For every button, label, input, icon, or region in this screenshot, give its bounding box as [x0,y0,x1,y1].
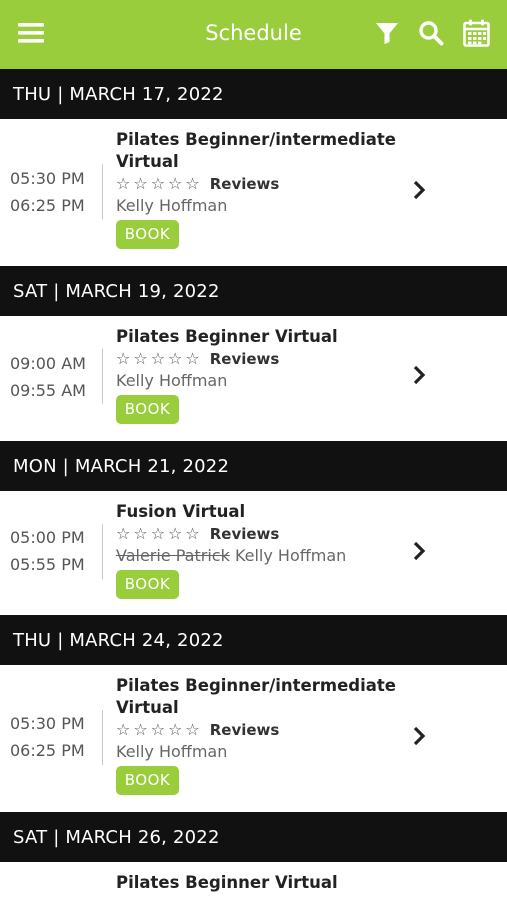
divider [102,710,103,765]
star-outline-icon[interactable]: ☆ [151,174,165,194]
reviews-link[interactable]: Reviews [210,525,280,543]
divider [102,524,103,579]
rating[interactable]: ☆ ☆ ☆ ☆ ☆ Reviews [116,523,396,545]
class-name-line1: Fusion Virtual [116,502,246,521]
end-time: 05:55 PM [10,555,85,574]
filter-icon[interactable] [372,18,402,48]
class-name-line1: Pilates Beginner Virtual [116,327,338,346]
class-times: 05:00 PM 05:55 PM [10,524,92,578]
reviews-link[interactable]: Reviews [210,175,280,193]
instructor-name: Valerie Patrick Kelly Hoffman [116,545,396,567]
book-button[interactable]: BOOK [116,220,179,249]
book-button[interactable]: BOOK [116,766,179,795]
start-time: 09:00 AM [10,354,86,373]
star-outline-icon[interactable]: ☆ [185,524,199,544]
divider [102,349,103,404]
chevron-right-icon[interactable] [408,721,430,751]
reviews-link[interactable]: Reviews [210,350,280,368]
class-name-line1: Pilates Beginner Virtual [116,873,338,892]
class-row[interactable]: Pilates Beginner Virtual [0,862,507,900]
class-info: Fusion Virtual ☆ ☆ ☆ ☆ ☆ Reviews Valerie… [116,501,396,599]
star-outline-icon[interactable]: ☆ [151,524,165,544]
rating[interactable]: ☆ ☆ ☆ ☆ ☆ Reviews [116,719,396,741]
reviews-link[interactable]: Reviews [210,721,280,739]
date-header: MON | MARCH 21, 2022 [0,441,507,491]
star-outline-icon[interactable]: ☆ [185,349,199,369]
star-rating[interactable]: ☆ ☆ ☆ ☆ ☆ [116,349,200,369]
class-info: Pilates Beginner Virtual ☆ ☆ ☆ ☆ ☆ Revie… [116,326,396,424]
start-time: 05:30 PM [10,169,85,188]
star-outline-icon[interactable]: ☆ [185,720,199,740]
star-rating[interactable]: ☆ ☆ ☆ ☆ ☆ [116,174,200,194]
star-outline-icon[interactable]: ☆ [151,349,165,369]
instructor-name: Kelly Hoffman [116,742,228,761]
star-outline-icon[interactable]: ☆ [151,720,165,740]
class-row[interactable]: 05:00 PM 05:55 PM Fusion Virtual ☆ ☆ ☆ ☆… [0,491,507,615]
star-rating[interactable]: ☆ ☆ ☆ ☆ ☆ [116,524,200,544]
date-header: SAT | MARCH 26, 2022 [0,812,507,862]
rating[interactable]: ☆ ☆ ☆ ☆ ☆ Reviews [116,173,396,195]
app-header: Schedule [0,0,507,69]
class-info: Pilates Beginner Virtual [116,872,396,894]
divider [102,164,103,219]
date-header: THU | MARCH 17, 2022 [0,69,507,119]
star-outline-icon[interactable]: ☆ [116,174,130,194]
start-time: 05:30 PM [10,714,85,733]
class-name-line1: Pilates Beginner/intermediate [116,130,396,149]
star-outline-icon[interactable]: ☆ [168,174,182,194]
date-header: SAT | MARCH 19, 2022 [0,266,507,316]
star-outline-icon[interactable]: ☆ [133,349,147,369]
star-outline-icon[interactable]: ☆ [116,720,130,740]
hamburger-menu-icon[interactable] [16,18,46,48]
end-time: 06:25 PM [10,196,85,215]
chevron-right-icon[interactable] [408,175,430,205]
search-icon[interactable] [416,18,446,48]
book-button[interactable]: BOOK [116,395,179,424]
end-time: 06:25 PM [10,741,85,760]
class-row[interactable]: 05:30 PM 06:25 PM Pilates Beginner/inter… [0,665,507,812]
calendar-icon[interactable] [461,18,491,48]
star-outline-icon[interactable]: ☆ [116,349,130,369]
class-name-line1: Pilates Beginner/intermediate [116,676,396,695]
class-times: 09:00 AM 09:55 AM [10,350,92,404]
star-outline-icon[interactable]: ☆ [168,720,182,740]
class-name-line2: Virtual [116,152,179,171]
instructor-name: Kelly Hoffman [116,371,228,390]
chevron-right-icon[interactable] [408,360,430,390]
chevron-right-icon[interactable] [408,536,430,566]
star-outline-icon[interactable]: ☆ [133,174,147,194]
class-info: Pilates Beginner/intermediate Virtual ☆ … [116,129,396,249]
schedule-list[interactable]: THU | MARCH 17, 2022 05:30 PM 06:25 PM P… [0,69,507,900]
rating[interactable]: ☆ ☆ ☆ ☆ ☆ Reviews [116,348,396,370]
instructor-name: Kelly Hoffman [116,196,228,215]
date-header: THU | MARCH 24, 2022 [0,615,507,665]
class-row[interactable]: 09:00 AM 09:55 AM Pilates Beginner Virtu… [0,316,507,441]
class-name-line2: Virtual [116,698,179,717]
star-outline-icon[interactable]: ☆ [133,524,147,544]
start-time: 05:00 PM [10,528,85,547]
star-outline-icon[interactable]: ☆ [116,524,130,544]
book-button[interactable]: BOOK [116,570,179,599]
substituted-instructor: Valerie Patrick [116,546,230,565]
star-outline-icon[interactable]: ☆ [168,349,182,369]
star-outline-icon[interactable]: ☆ [185,174,199,194]
class-times: 05:30 PM 06:25 PM [10,165,92,219]
end-time: 09:55 AM [10,381,86,400]
star-outline-icon[interactable]: ☆ [133,720,147,740]
class-info: Pilates Beginner/intermediate Virtual ☆ … [116,675,396,795]
substitute-instructor: Kelly Hoffman [234,546,347,565]
class-row[interactable]: 05:30 PM 06:25 PM Pilates Beginner/inter… [0,119,507,266]
star-rating[interactable]: ☆ ☆ ☆ ☆ ☆ [116,720,200,740]
class-times: 05:30 PM 06:25 PM [10,710,92,764]
star-outline-icon[interactable]: ☆ [168,524,182,544]
